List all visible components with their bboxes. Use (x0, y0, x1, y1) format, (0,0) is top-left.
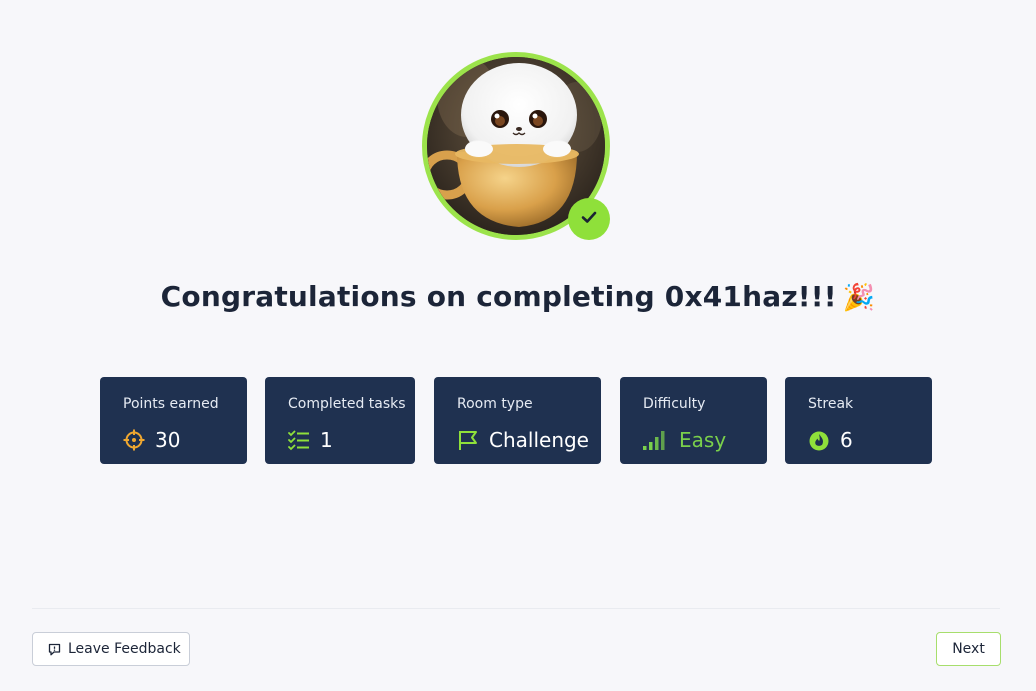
stat-label: Completed tasks (288, 396, 406, 412)
stat-card-completed-tasks: Completed tasks 1 (265, 377, 415, 464)
party-popper-icon: 🎉 (842, 283, 876, 313)
feedback-icon (48, 643, 61, 656)
stat-label: Room type (457, 396, 533, 412)
leave-feedback-button[interactable]: Leave Feedback (32, 632, 190, 666)
stat-value: Easy (679, 428, 727, 452)
stat-label: Streak (808, 396, 854, 412)
completion-title: Congratulations on completing 0x41haz!!!… (0, 280, 1036, 313)
next-button[interactable]: Next (936, 632, 1001, 666)
signal-bars-icon (643, 429, 669, 451)
flag-icon (457, 429, 479, 451)
checklist-icon (288, 429, 310, 451)
stat-label: Points earned (123, 396, 219, 412)
completion-title-text: Congratulations on completing 0x41haz!!! (160, 280, 837, 313)
flame-icon (808, 429, 830, 451)
stat-value: Challenge (489, 428, 589, 452)
stat-card-difficulty: Difficulty Easy (620, 377, 767, 464)
leave-feedback-label: Leave Feedback (68, 641, 181, 657)
stat-card-streak: Streak 6 (785, 377, 932, 464)
stat-card-points: Points earned 30 (100, 377, 247, 464)
stat-value: 30 (155, 428, 181, 452)
stat-card-room-type: Room type Challenge (434, 377, 601, 464)
next-button-label: Next (952, 641, 985, 657)
crosshair-icon (123, 429, 145, 451)
stat-value: 1 (320, 428, 333, 452)
stat-label: Difficulty (643, 396, 706, 412)
completed-check-badge (568, 198, 610, 240)
check-icon (579, 207, 599, 231)
stat-value: 6 (840, 428, 853, 452)
footer-divider (32, 608, 1000, 609)
